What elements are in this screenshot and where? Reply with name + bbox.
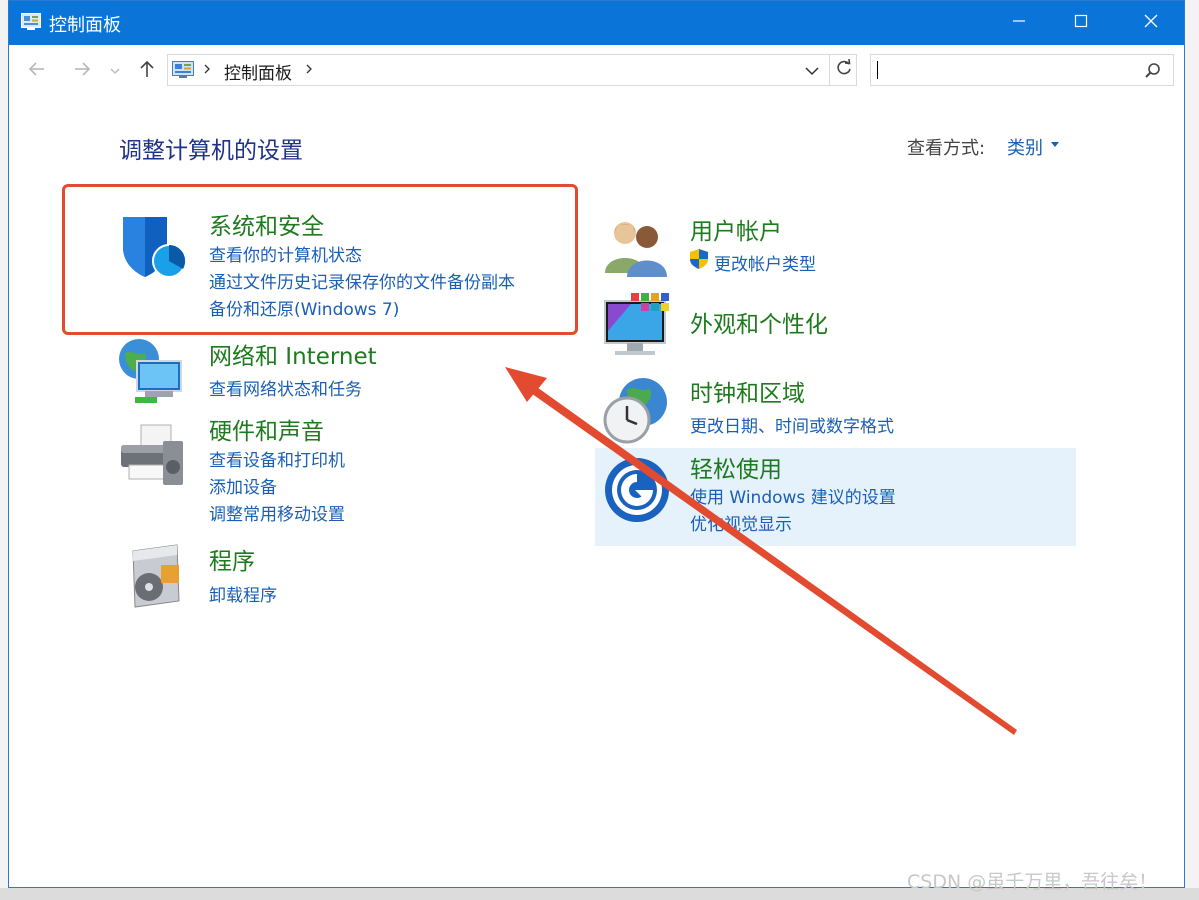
annotation-highlight-box [62, 184, 578, 335]
link-add-device[interactable]: 添加设备 [209, 473, 277, 498]
uac-shield-icon [688, 248, 710, 270]
text-cursor [877, 61, 878, 79]
link-devices-printers[interactable]: 查看设备和打印机 [209, 446, 345, 471]
recent-locations-button[interactable] [107, 59, 123, 83]
maximize-icon [1073, 13, 1089, 33]
link-uninstall-program[interactable]: 卸载程序 [209, 581, 277, 606]
window-title: 控制面板 [49, 15, 121, 36]
link-optimize-visual-display[interactable]: 优化视觉显示 [690, 510, 792, 535]
category-clock-region[interactable]: 时钟和区域 [690, 374, 805, 408]
arrow-left-icon [27, 59, 47, 83]
navigation-bar: 控制面板 [9, 45, 1184, 97]
link-network-status[interactable]: 查看网络状态和任务 [209, 375, 362, 400]
refresh-button[interactable] [829, 55, 857, 85]
view-by-dropdown[interactable]: 类别 [1007, 134, 1043, 160]
category-programs[interactable]: 程序 [209, 542, 255, 576]
minimize-icon [1011, 13, 1027, 33]
address-bar[interactable]: 控制面板 [167, 54, 857, 86]
category-network-internet[interactable]: 网络和 Internet [209, 337, 377, 371]
category-ease-of-access[interactable]: 轻松使用 [690, 450, 782, 484]
users-icon[interactable] [601, 213, 673, 285]
minimize-button[interactable] [989, 1, 1049, 45]
link-recommended-settings[interactable]: 使用 Windows 建议的设置 [690, 483, 896, 508]
watermark: CSDN @虽千万里，吾往矣！ [907, 871, 1158, 893]
control-panel-icon [21, 13, 41, 31]
address-dropdown-button[interactable] [802, 61, 822, 81]
link-change-account-type[interactable]: 更改帐户类型 [714, 250, 816, 275]
search-icon[interactable] [1143, 61, 1163, 81]
category-appearance-personalization[interactable]: 外观和个性化 [690, 305, 828, 339]
control-panel-icon [172, 61, 194, 79]
chevron-down-icon [109, 62, 121, 81]
control-panel-window: 控制面板 控制面板 调整计算机的设置 查看方式: 类别 系统和安全 查看你的计算… [8, 0, 1185, 893]
search-input[interactable] [870, 54, 1174, 86]
chevron-right-icon[interactable] [304, 61, 314, 81]
breadcrumb-control-panel[interactable]: 控制面板 [224, 59, 292, 84]
link-mobility-settings[interactable]: 调整常用移动设置 [209, 500, 345, 525]
caret-down-icon[interactable] [1051, 142, 1059, 147]
category-user-accounts[interactable]: 用户帐户 [690, 212, 782, 246]
programs-icon[interactable] [119, 541, 191, 613]
close-button[interactable] [1121, 1, 1181, 45]
arrow-up-icon [137, 59, 157, 83]
network-icon[interactable] [115, 335, 187, 407]
clock-icon[interactable] [601, 374, 673, 446]
title-bar[interactable]: 控制面板 [9, 1, 1184, 45]
ease-of-access-icon[interactable] [601, 454, 673, 526]
chevron-down-icon [805, 67, 819, 76]
arrow-right-icon [72, 59, 92, 83]
background-right [1185, 0, 1199, 900]
page-title: 调整计算机的设置 [119, 138, 303, 164]
close-icon [1143, 13, 1159, 33]
appearance-icon[interactable] [601, 291, 673, 363]
back-button[interactable] [25, 59, 49, 83]
link-date-time-format[interactable]: 更改日期、时间或数字格式 [690, 412, 894, 437]
maximize-button[interactable] [1051, 1, 1111, 45]
chevron-right-icon[interactable] [202, 61, 212, 81]
up-button[interactable] [135, 59, 159, 83]
background-left [0, 0, 8, 900]
category-hardware-sound[interactable]: 硬件和声音 [209, 412, 324, 446]
view-by-label: 查看方式: [907, 138, 986, 159]
printer-icon[interactable] [115, 419, 187, 491]
refresh-icon [835, 58, 853, 81]
forward-button[interactable] [70, 59, 94, 83]
